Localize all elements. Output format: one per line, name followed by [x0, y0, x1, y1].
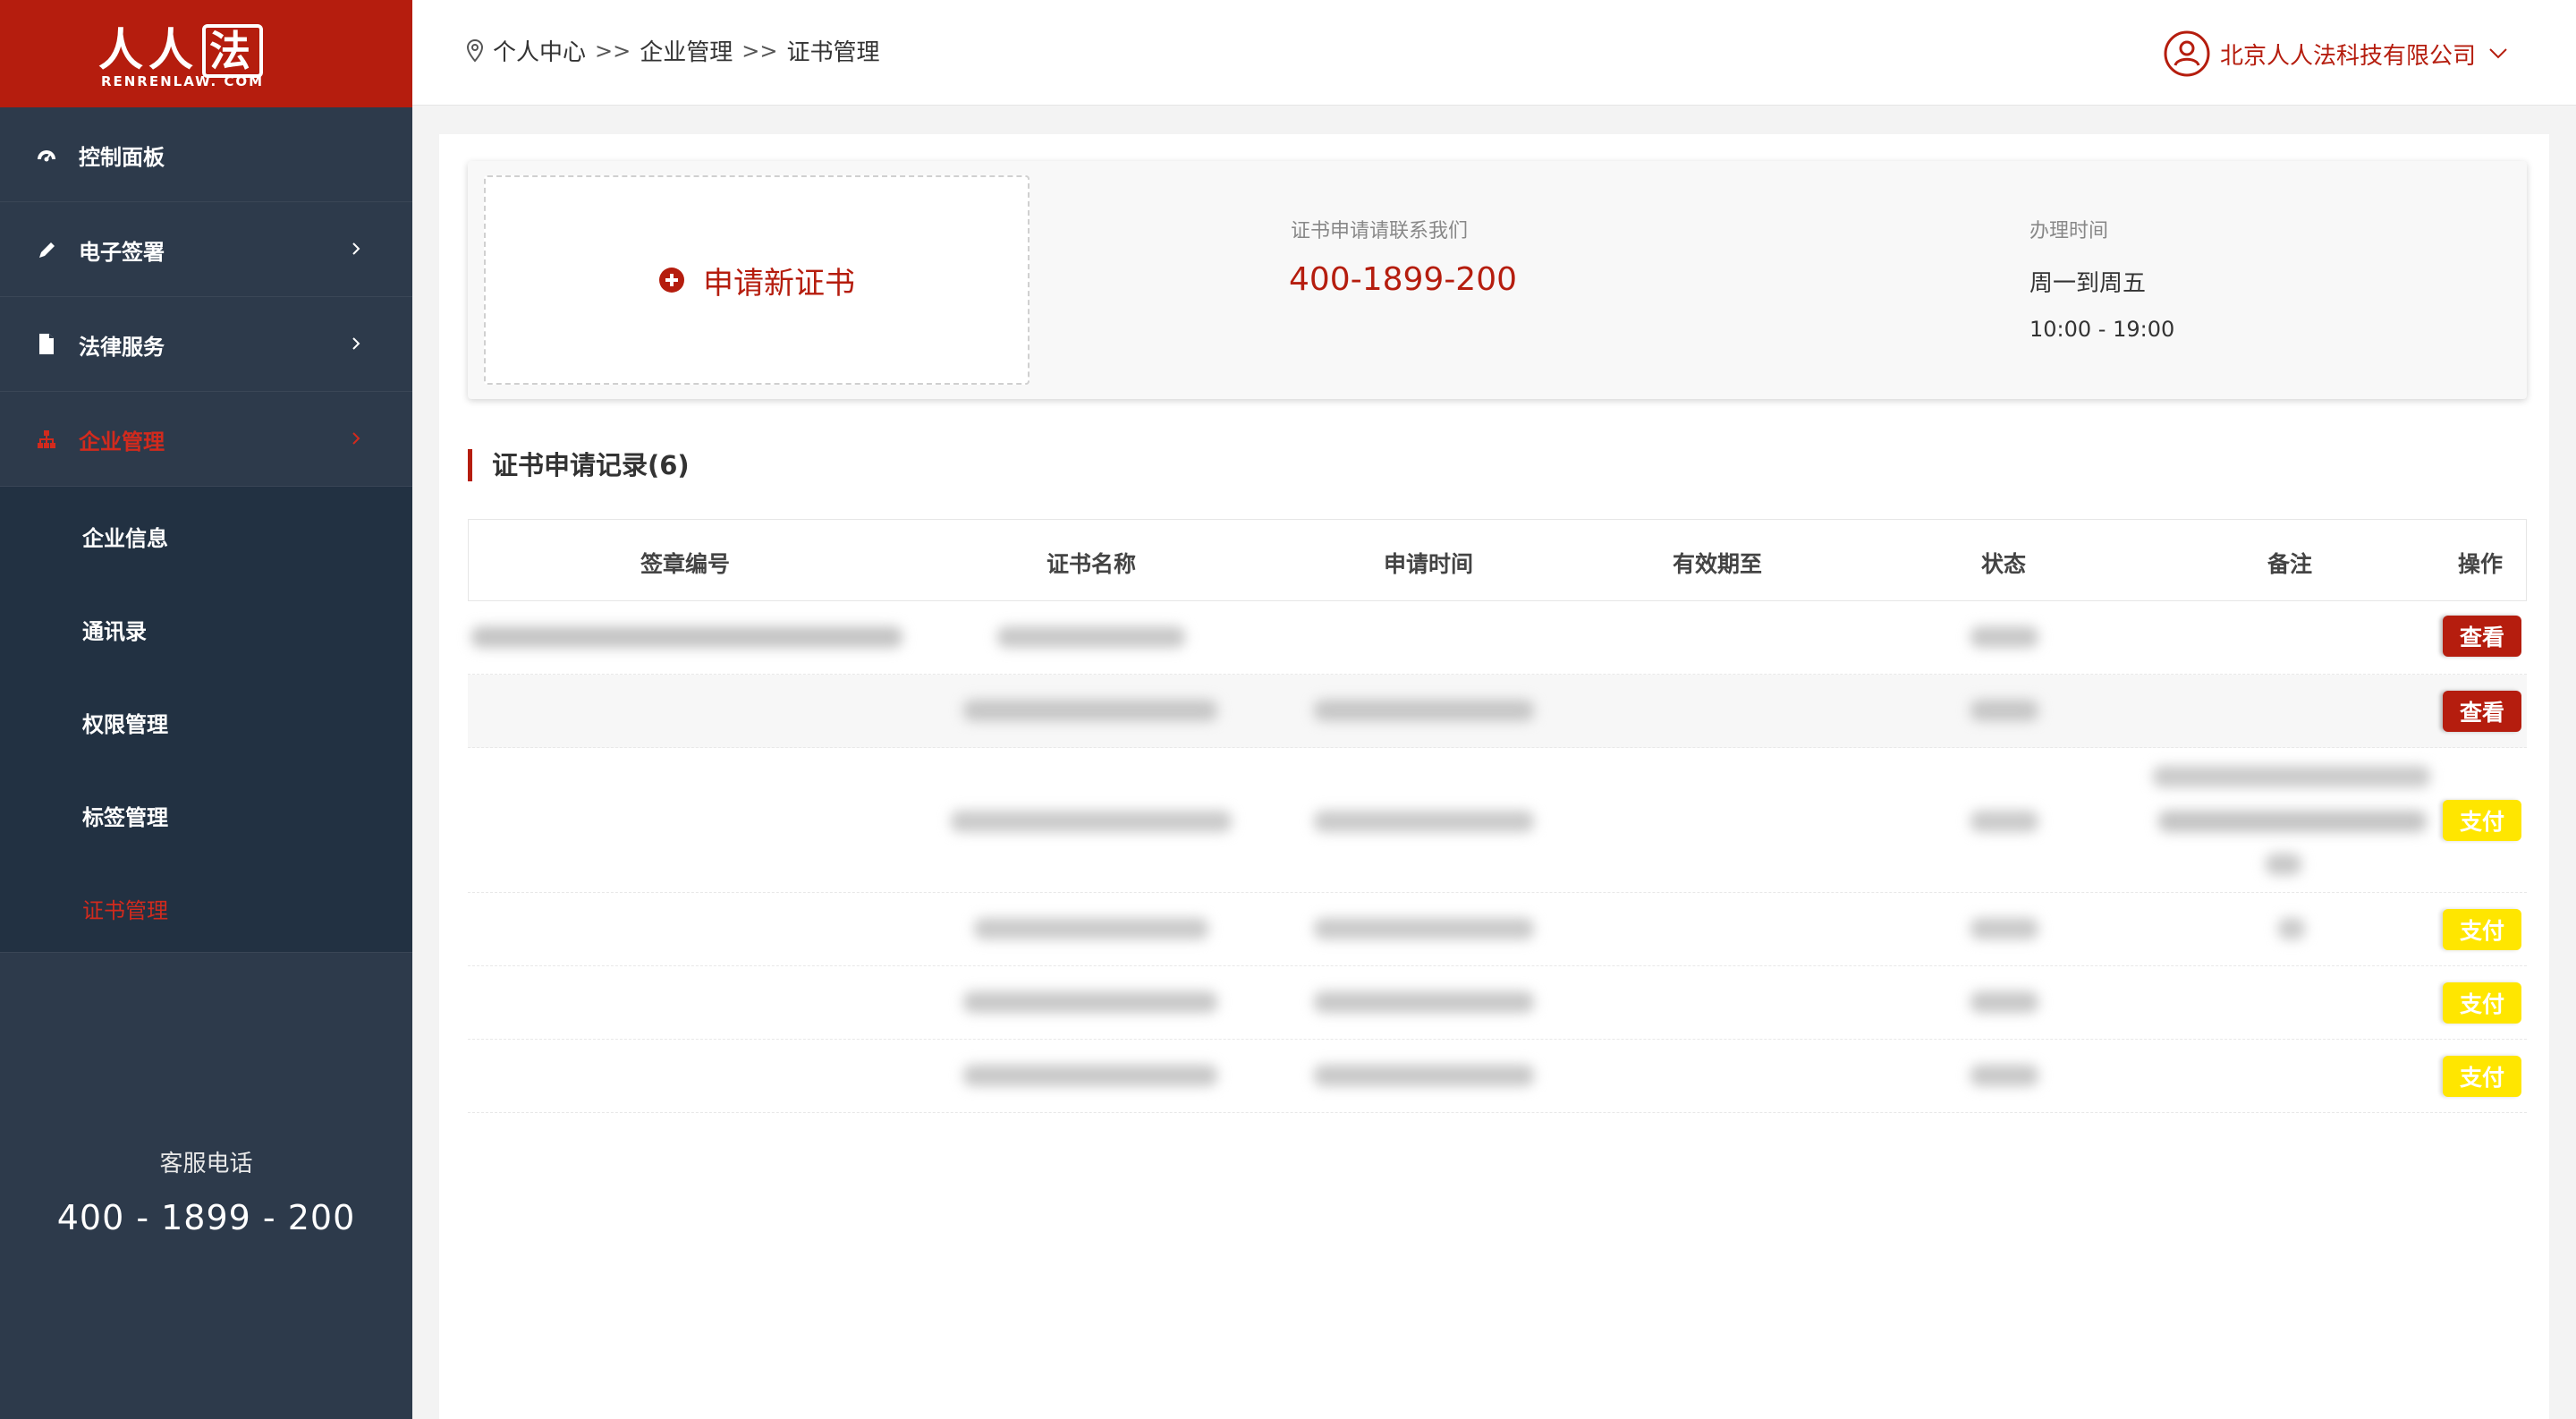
table-row: 支付 — [468, 893, 2527, 966]
submenu-enterprise: 企业信息 通讯录 权限管理 标签管理 证书管理 — [0, 487, 412, 953]
service-label: 客服电话 — [159, 1151, 253, 1177]
pay-button[interactable]: 支付 — [2443, 982, 2521, 1024]
sidebar-item-dashboard[interactable]: 控制面板 — [0, 107, 412, 202]
breadcrumb-separator: >> — [595, 38, 631, 64]
logo-wordmark: 人人法 — [98, 14, 263, 78]
blurred-cell — [963, 700, 1217, 721]
blurred-cell — [1970, 626, 2038, 648]
certificate-records-table: 签章编号 证书名称 申请时间 有效期至 状态 备注 操作 查看 查看 支付 支付… — [468, 519, 2527, 1113]
logo-subtext: RENRENLAW. COM — [100, 73, 265, 89]
column-header-certificate-name: 证书名称 — [1046, 551, 1137, 577]
submenu-item-company-info[interactable]: 企业信息 — [0, 487, 412, 580]
apply-new-certificate-button[interactable]: 申请新证书 — [484, 175, 1030, 385]
blurred-cell — [1314, 1065, 1534, 1086]
blurred-cell — [1970, 700, 2038, 721]
column-header-seal-number: 签章编号 — [640, 551, 731, 577]
submenu-item-certificates[interactable]: 证书管理 — [0, 859, 412, 952]
blurred-cell — [2158, 811, 2427, 832]
blurred-cell — [997, 626, 1185, 648]
blurred-cell — [963, 1065, 1217, 1086]
view-button[interactable]: 查看 — [2443, 691, 2521, 732]
sidebar-item-e-sign[interactable]: 电子签署 — [0, 202, 412, 297]
column-header-apply-time: 申请时间 — [1383, 551, 1474, 577]
sidebar-item-label: 控制面板 — [79, 145, 165, 170]
contact-phone: 400-1899-200 — [1289, 261, 1518, 298]
dashboard-icon — [38, 150, 55, 162]
blurred-cell — [2278, 918, 2305, 939]
blurred-cell — [1314, 700, 1534, 721]
company-switcher[interactable]: 北京人人法科技有限公司 — [2163, 29, 2508, 79]
breadcrumb-item-certificates: 证书管理 — [786, 39, 880, 66]
table-row: 查看 — [468, 601, 2527, 675]
blurred-cell — [471, 626, 902, 648]
top-header: 个人中心 >> 企业管理 >> 证书管理 北京人人法科技有限公司 — [412, 0, 2576, 106]
org-chart-icon — [38, 430, 55, 448]
company-name: 北京人人法科技有限公司 — [2220, 42, 2477, 70]
column-header-remark: 备注 — [2267, 551, 2313, 577]
location-pin-icon — [466, 38, 484, 63]
submenu-item-tags[interactable]: 标签管理 — [0, 766, 412, 859]
blurred-cell — [1314, 991, 1534, 1013]
chevron-down-icon — [2489, 48, 2507, 59]
plus-circle-icon — [659, 268, 684, 293]
pay-button[interactable]: 支付 — [2443, 909, 2521, 950]
pay-button[interactable]: 支付 — [2443, 1056, 2521, 1097]
submenu-item-label: 标签管理 — [82, 805, 168, 830]
column-header-valid-until: 有效期至 — [1672, 551, 1763, 577]
chevron-right-icon — [352, 242, 360, 255]
blurred-cell — [1970, 991, 2038, 1013]
pencil-icon — [39, 242, 55, 258]
chevron-right-icon — [352, 432, 360, 445]
apply-label: 申请新证书 — [703, 265, 855, 302]
document-icon — [39, 334, 54, 354]
blurred-cell — [1314, 918, 1534, 939]
sidebar-item-enterprise[interactable]: 企业管理 — [0, 392, 412, 487]
hours-days: 周一到周五 — [2029, 270, 2147, 297]
blurred-cell — [2266, 854, 2301, 875]
table-row: 查看 — [468, 675, 2527, 748]
column-header-action: 操作 — [2457, 551, 2504, 577]
hours-label: 办理时间 — [2029, 220, 2109, 242]
records-title: 证书申请记录(6) — [468, 449, 690, 481]
user-avatar-icon — [2164, 30, 2210, 77]
customer-service: 客服电话 400 - 1899 - 200 — [0, 1145, 412, 1237]
blurred-cell — [963, 991, 1217, 1013]
blurred-cell — [951, 811, 1232, 832]
submenu-item-permissions[interactable]: 权限管理 — [0, 673, 412, 766]
breadcrumb-separator: >> — [741, 38, 778, 64]
submenu-item-label: 权限管理 — [82, 712, 168, 737]
submenu-item-contacts[interactable]: 通讯录 — [0, 580, 412, 673]
blurred-cell — [1970, 811, 2038, 832]
breadcrumb: 个人中心 >> 企业管理 >> 证书管理 — [466, 34, 879, 67]
column-header-status: 状态 — [1980, 551, 2027, 577]
sidebar-item-label: 企业管理 — [79, 429, 165, 455]
table-row: 支付 — [468, 966, 2527, 1040]
contact-label: 证书申请请联系我们 — [1291, 220, 1469, 242]
chevron-right-icon — [352, 337, 360, 350]
blurred-cell — [1314, 811, 1534, 832]
logo[interactable]: 人人法 RENRENLAW. COM — [0, 0, 412, 107]
blurred-cell — [974, 918, 1208, 939]
view-button[interactable]: 查看 — [2443, 616, 2521, 657]
sidebar-item-label: 法律服务 — [79, 335, 165, 360]
table-header: 签章编号 证书名称 申请时间 有效期至 状态 备注 操作 — [468, 519, 2527, 601]
service-phone: 400 - 1899 - 200 — [56, 1198, 356, 1237]
sidebar: 人人法 RENRENLAW. COM 控制面板 电子签署 法律服务 企业管理 企… — [0, 0, 412, 1419]
blurred-cell — [2153, 766, 2430, 787]
submenu-item-label: 通讯录 — [82, 619, 147, 644]
submenu-item-label: 企业信息 — [82, 526, 168, 551]
table-row: 支付 — [468, 1040, 2527, 1113]
submenu-item-label: 证书管理 — [82, 898, 168, 923]
hours-time: 10:00 - 19:00 — [2029, 317, 2175, 342]
breadcrumb-item-personal-center[interactable]: 个人中心 — [493, 34, 586, 67]
sidebar-item-legal-service[interactable]: 法律服务 — [0, 297, 412, 392]
breadcrumb-item-enterprise[interactable]: 企业管理 — [640, 34, 733, 67]
main-content: 申请新证书 证书申请请联系我们 400-1899-200 办理时间 周一到周五 … — [439, 134, 2549, 1419]
table-row: 支付 — [468, 748, 2527, 893]
pay-button[interactable]: 支付 — [2443, 800, 2521, 841]
blurred-cell — [1970, 1065, 2038, 1086]
blurred-cell — [1970, 918, 2038, 939]
certificate-info-card: 申请新证书 证书申请请联系我们 400-1899-200 办理时间 周一到周五 … — [468, 161, 2527, 399]
sidebar-item-label: 电子签署 — [79, 240, 165, 265]
